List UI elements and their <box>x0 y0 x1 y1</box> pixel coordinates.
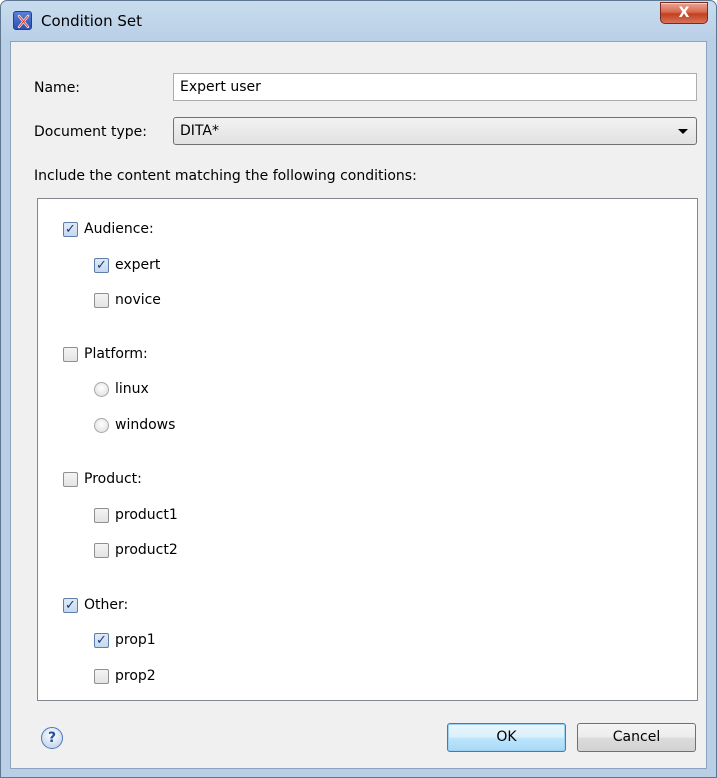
name-field[interactable]: Expert user <box>173 73 697 101</box>
platform-label: Platform: <box>84 346 148 362</box>
expert-label: expert <box>115 257 161 273</box>
dialog-content: Name: Expert user Document type: DITA* I… <box>10 41 707 769</box>
windows-label: windows <box>115 417 176 433</box>
product2-label: product2 <box>115 542 178 558</box>
help-button[interactable]: ? <box>41 727 63 749</box>
prop1-label: prop1 <box>115 632 156 648</box>
name-label: Name: <box>34 80 81 96</box>
document-type-label: Document type: <box>34 124 147 140</box>
include-conditions-label: Include the content matching the followi… <box>34 168 417 184</box>
linux-radio[interactable]: linux <box>94 379 149 399</box>
help-icon: ? <box>47 730 57 746</box>
close-button[interactable]: X <box>660 2 708 24</box>
audience-checkbox[interactable]: ✓ Audience: <box>63 219 154 239</box>
product-checkbox[interactable]: Product: <box>63 469 142 489</box>
document-type-select[interactable]: DITA* <box>173 117 697 145</box>
other-label: Other: <box>84 597 129 613</box>
window-title: Condition Set <box>41 12 142 30</box>
condition-set-dialog: Condition Set X Name: Expert user Docume… <box>0 0 717 778</box>
windows-radio[interactable]: windows <box>94 415 175 435</box>
document-type-value: DITA* <box>180 123 219 139</box>
novice-label: novice <box>115 292 161 308</box>
name-value: Expert user <box>180 79 261 95</box>
novice-checkbox[interactable]: novice <box>94 290 161 310</box>
expert-checkbox[interactable]: ✓ expert <box>94 255 160 275</box>
prop2-label: prop2 <box>115 668 156 684</box>
prop2-checkbox[interactable]: prop2 <box>94 666 156 686</box>
cancel-button[interactable]: Cancel <box>577 723 696 752</box>
prop1-checkbox[interactable]: ✓ prop1 <box>94 630 156 650</box>
linux-label: linux <box>115 381 149 397</box>
product1-checkbox[interactable]: product1 <box>94 505 178 525</box>
oxygen-x-icon <box>13 11 32 30</box>
cancel-label: Cancel <box>612 729 661 745</box>
chevron-down-icon <box>678 129 688 134</box>
product2-checkbox[interactable]: product2 <box>94 540 178 560</box>
close-icon: X <box>678 5 690 21</box>
other-checkbox[interactable]: ✓ Other: <box>63 595 128 615</box>
product-label: Product: <box>84 471 142 487</box>
product1-label: product1 <box>115 507 178 523</box>
conditions-tree: ✓ Audience: ✓ expert novice Platform: li… <box>37 198 698 701</box>
audience-label: Audience: <box>84 221 154 237</box>
ok-label: OK <box>496 729 517 745</box>
ok-button[interactable]: OK <box>447 723 566 752</box>
title-bar[interactable]: Condition Set X <box>1 1 716 41</box>
platform-checkbox[interactable]: Platform: <box>63 344 148 364</box>
